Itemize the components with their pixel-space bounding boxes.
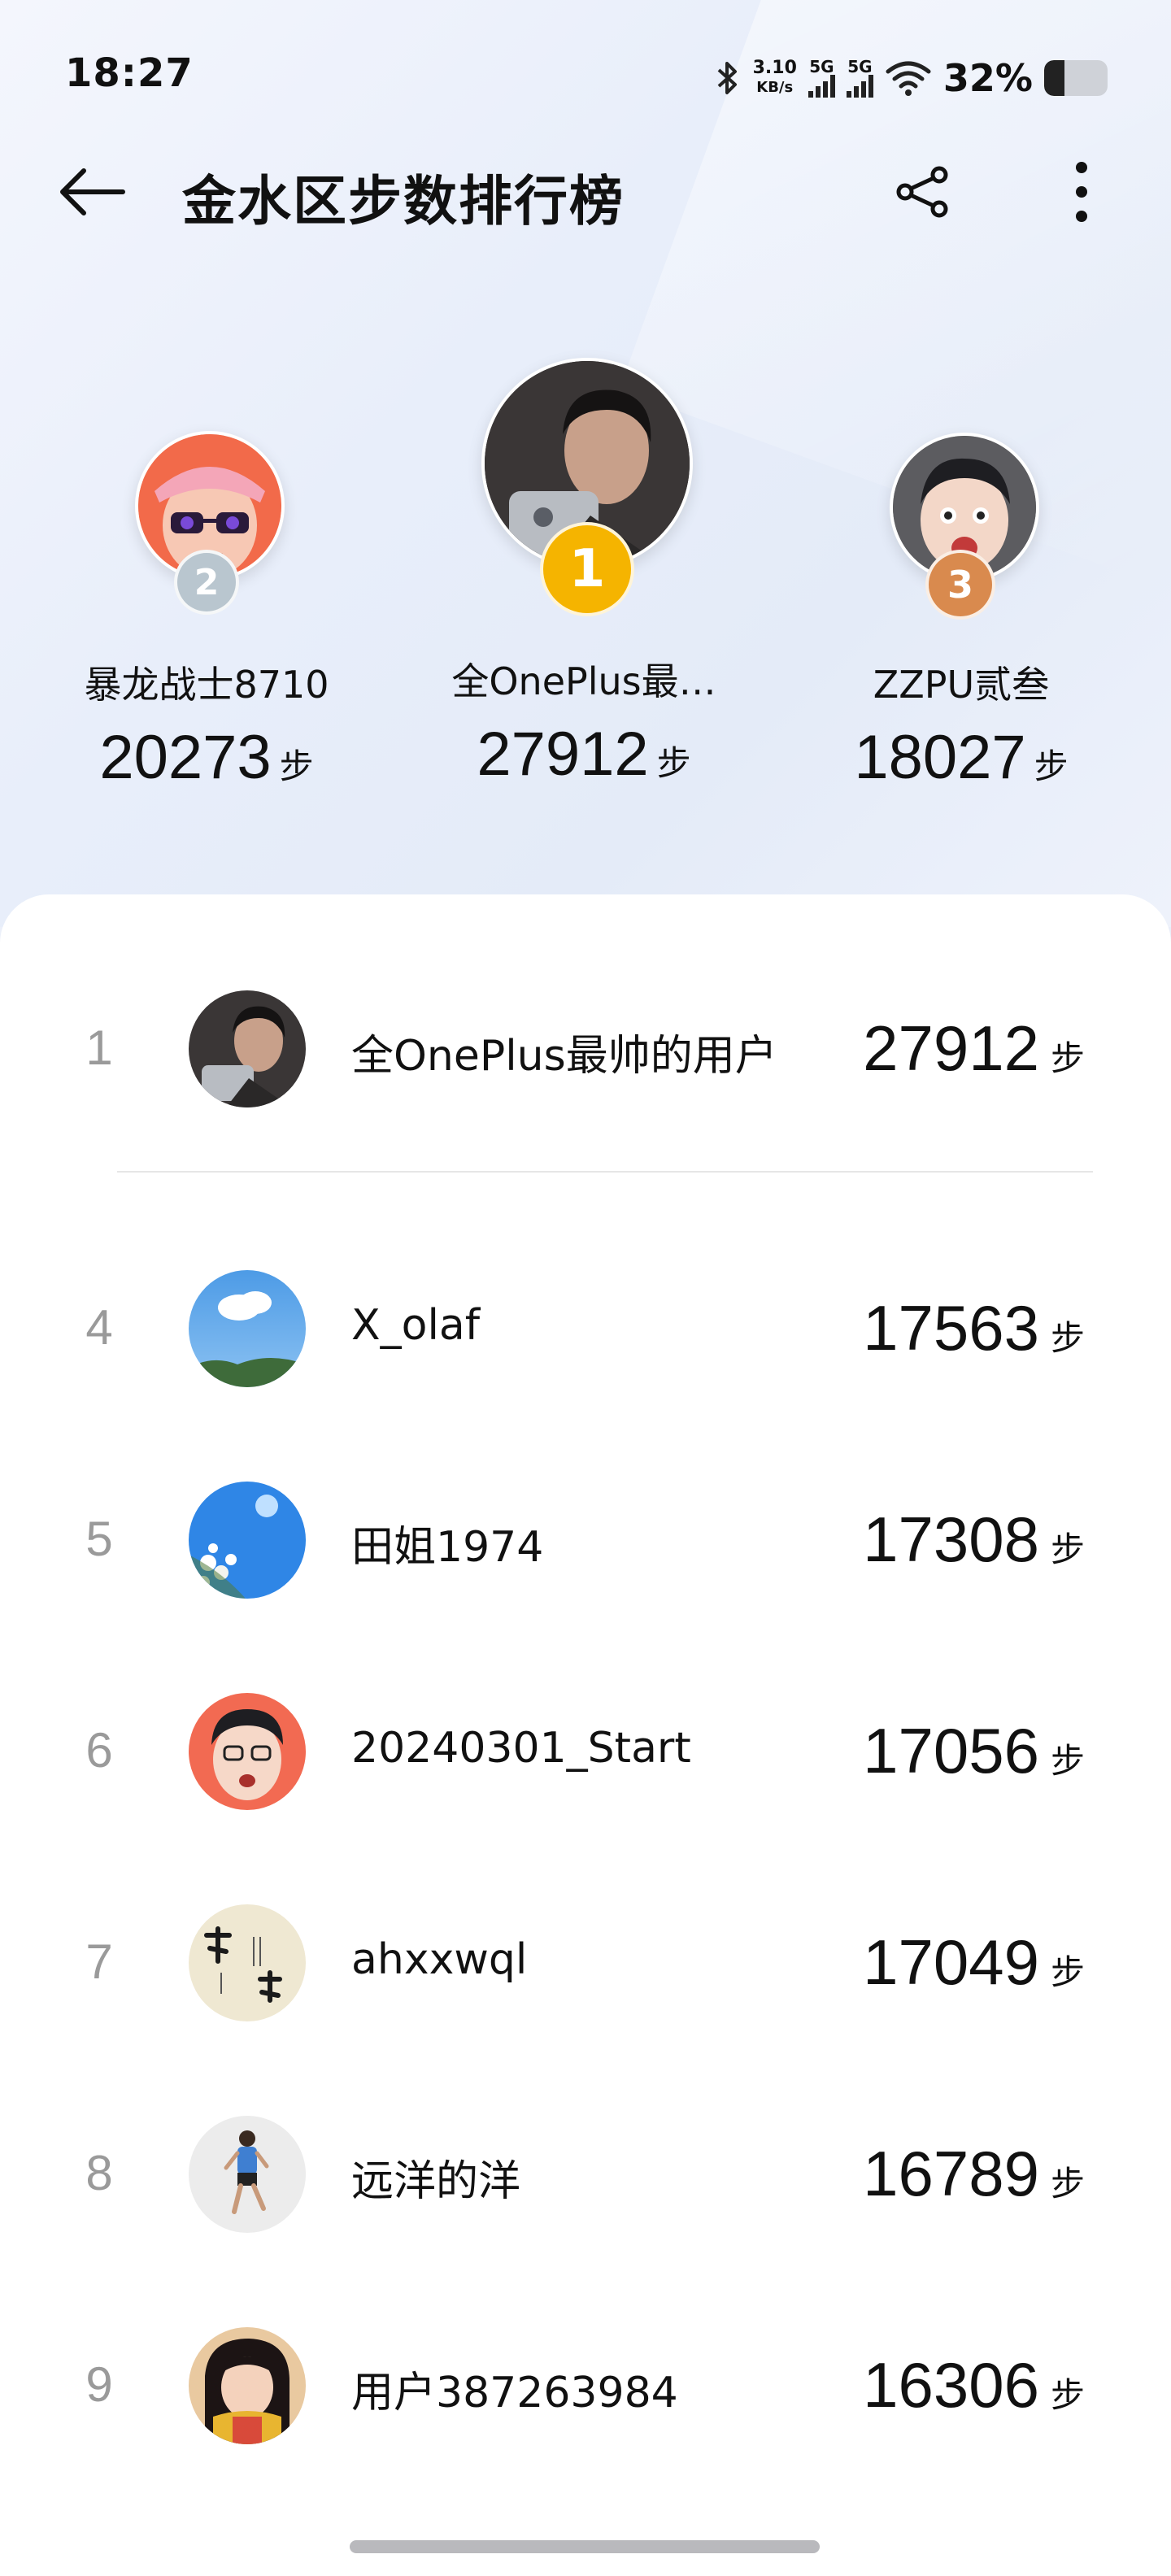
step-count: 16306 步: [863, 2349, 1085, 2421]
medal-rank-2: 2: [174, 550, 239, 615]
step-count: 17056 步: [863, 1715, 1085, 1786]
avatar: [189, 1693, 306, 1810]
network-speed: 3.10 KB/s: [752, 58, 797, 97]
avatar: [189, 1482, 306, 1599]
user-name: 全OnePlus最帅的用户: [351, 1032, 777, 1081]
divider: [117, 1171, 1093, 1173]
home-indicator[interactable]: [350, 2540, 820, 2553]
signal-sim2-icon: 5G: [846, 59, 873, 98]
list-item[interactable]: 4 X_olaf 17563 步: [0, 1264, 1171, 1394]
list-item[interactable]: 8 远洋的洋 16789 步: [0, 2109, 1171, 2239]
user-name: 田姐1974: [351, 1523, 544, 1572]
status-icons: 3.10 KB/s 5G 5G 32%: [714, 54, 1108, 102]
avatar: [189, 1270, 306, 1387]
rank-number: 9: [85, 2357, 113, 2412]
user-name: 远洋的洋: [351, 2157, 521, 2206]
avatar: [189, 2116, 306, 2233]
wifi-icon: [886, 61, 931, 96]
user-name: 20240301_Start: [351, 1724, 691, 1773]
share-button[interactable]: [886, 159, 960, 224]
step-count: 17049 步: [863, 1926, 1085, 1998]
status-bar: 18:27 3.10 KB/s 5G 5G 32%: [0, 0, 1171, 154]
step-count: 17563 步: [863, 1292, 1085, 1364]
podium-name: ZZPU贰叁: [873, 663, 1050, 707]
podium-steps: 18027 步: [854, 723, 1069, 792]
step-count: 17308 步: [863, 1503, 1085, 1575]
medal-rank-1: 1: [540, 522, 634, 616]
rank-number: 5: [85, 1512, 113, 1566]
rank-number: 1: [85, 1020, 113, 1075]
rank-number: 7: [85, 1934, 113, 1989]
signal-sim1-icon: 5G: [808, 59, 835, 98]
arrow-left-icon: [60, 168, 125, 215]
avatar: [189, 2327, 306, 2444]
more-vertical-icon: [1076, 162, 1087, 222]
rank-number: 6: [85, 1723, 113, 1778]
my-rank-row[interactable]: 1 全OnePlus最帅的用户 27912 步: [0, 984, 1171, 1114]
step-count: 27912 步: [863, 1012, 1085, 1084]
rank-number: 4: [85, 1300, 113, 1355]
share-icon: [896, 166, 948, 218]
app-bar: 金水区步数排行榜: [0, 138, 1171, 244]
user-name: 用户387263984: [351, 2369, 678, 2417]
ranking-list-card: 1 全OnePlus最帅的用户 27912 步 4 X_olaf 17563 步…: [0, 894, 1171, 2576]
user-name: ahxxwql: [351, 1935, 528, 1984]
step-count: 16789 步: [863, 2138, 1085, 2209]
avatar: [189, 1904, 306, 2021]
podium-steps: 27912 步: [477, 720, 691, 789]
podium-name: 暴龙战士8710: [84, 663, 329, 707]
more-button[interactable]: [1049, 159, 1114, 224]
back-button[interactable]: [50, 159, 132, 224]
list-item[interactable]: 7 ahxxwql 17049 步: [0, 1898, 1171, 2028]
medal-rank-3: 3: [925, 550, 995, 620]
bluetooth-icon: [717, 62, 737, 94]
user-name: X_olaf: [351, 1301, 481, 1350]
list-item[interactable]: 9 用户387263984 16306 步: [0, 2321, 1171, 2451]
podium-name: 全OnePlus最…: [451, 659, 716, 703]
avatar: [189, 990, 306, 1107]
podium-steps: 20273 步: [99, 723, 314, 792]
rank-number: 8: [85, 2146, 113, 2200]
page-title: 金水区步数排行榜: [182, 170, 625, 233]
status-time: 18:27: [65, 50, 194, 96]
list-item[interactable]: 6 20240301_Start 17056 步: [0, 1686, 1171, 1817]
battery-percent: 32%: [942, 56, 1033, 100]
battery-icon: [1044, 60, 1108, 96]
list-item[interactable]: 5 田姐1974 17308 步: [0, 1475, 1171, 1605]
